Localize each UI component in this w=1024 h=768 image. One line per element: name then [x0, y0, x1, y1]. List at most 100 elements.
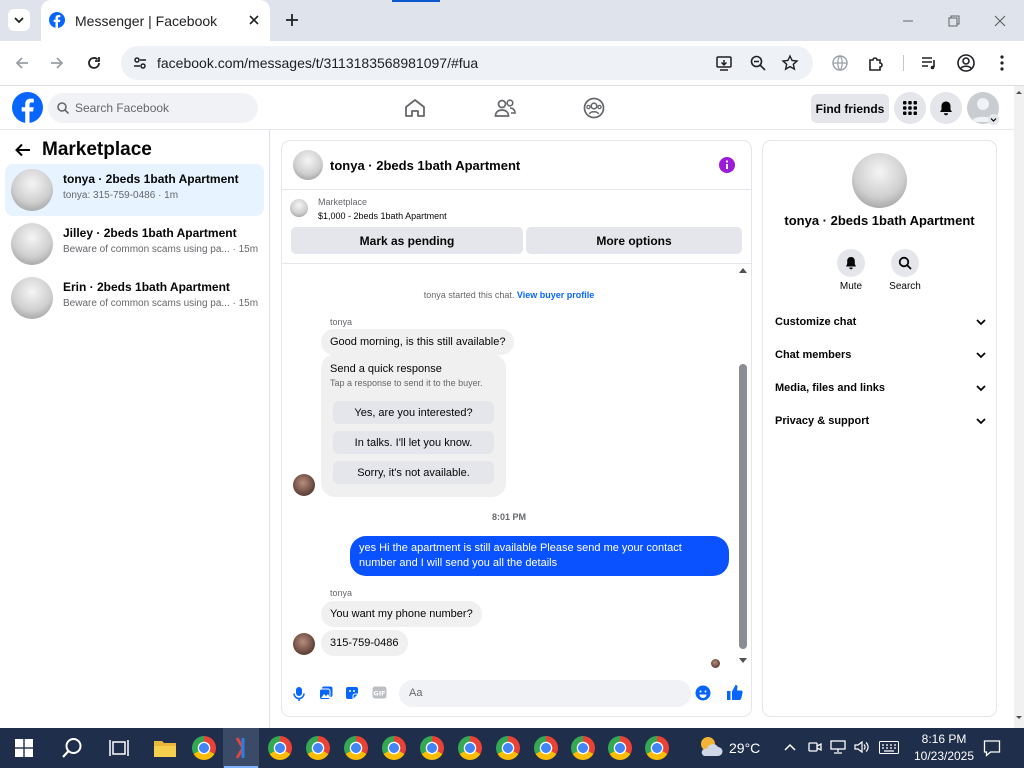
menu-dots-icon[interactable] — [993, 54, 1011, 72]
volume-icon[interactable] — [854, 740, 870, 754]
minimize-icon[interactable] — [900, 13, 916, 29]
close-tab-icon[interactable] — [247, 13, 261, 27]
mute-button[interactable] — [837, 249, 865, 277]
message-composer-input[interactable]: Aa — [399, 680, 711, 707]
install-app-icon[interactable] — [715, 54, 733, 72]
address-bar[interactable]: facebook.com/messages/t/3113183568981097… — [121, 46, 813, 80]
scroll-up-arrow-icon[interactable] — [738, 266, 748, 274]
sticker-icon[interactable] — [345, 686, 359, 700]
facebook-search-input[interactable]: Search Facebook — [48, 93, 258, 123]
incoming-message-bubble[interactable]: 315-759-0486 — [321, 630, 408, 656]
listing-thumbnail-small[interactable] — [290, 199, 308, 217]
search-in-chat-button[interactable] — [891, 249, 919, 277]
scroll-up-arrow-icon[interactable] — [1014, 88, 1024, 96]
sender-avatar[interactable] — [293, 474, 315, 496]
customize-chat-row[interactable]: Customize chat — [775, 316, 987, 328]
media-control-icon[interactable] — [920, 54, 938, 72]
chat-scrollbar[interactable] — [737, 264, 749, 666]
restore-icon[interactable] — [946, 13, 962, 29]
quick-response-option[interactable]: Yes, are you interested? — [333, 401, 494, 424]
translate-icon[interactable] — [831, 54, 849, 72]
weather-temperature[interactable]: 29°C — [729, 740, 760, 756]
conversation-item-erin[interactable]: Erin · 2beds 1bath Apartment Beware of c… — [5, 272, 264, 324]
new-tab-icon[interactable] — [283, 11, 301, 29]
microphone-icon[interactable] — [293, 686, 305, 702]
profile-icon[interactable] — [956, 53, 976, 73]
find-friends-button[interactable]: Find friends — [811, 94, 889, 123]
notifications-button[interactable] — [930, 92, 962, 124]
photo-icon[interactable] — [319, 686, 333, 700]
more-options-button[interactable]: More options — [526, 227, 742, 254]
friends-icon[interactable] — [494, 97, 516, 119]
system-clock[interactable]: 8:16 PM 10/23/2025 — [903, 731, 985, 765]
mark-as-pending-button[interactable]: Mark as pending — [291, 227, 523, 254]
chrome-profile-icon[interactable] — [268, 736, 292, 760]
account-chevron-icon[interactable] — [988, 114, 999, 125]
notification-center-icon[interactable] — [983, 739, 1001, 757]
back-icon[interactable] — [13, 54, 31, 72]
quick-response-option[interactable]: In talks. I'll let you know. — [333, 431, 494, 454]
extensions-icon[interactable] — [866, 53, 886, 73]
groups-icon[interactable] — [583, 97, 605, 119]
chat-title[interactable]: tonya · 2beds 1bath Apartment — [330, 158, 520, 173]
chrome-profile-icon[interactable] — [571, 736, 595, 760]
mute-action[interactable]: Mute — [831, 249, 871, 292]
chrome-profile-icon[interactable] — [344, 736, 368, 760]
chrome-taskbar-icon[interactable] — [192, 736, 216, 760]
browser-tab[interactable]: Messenger | Facebook — [41, 0, 270, 41]
view-buyer-profile-link[interactable]: View buyer profile — [517, 290, 594, 300]
emoji-icon[interactable] — [695, 685, 711, 701]
conversation-item-tonya[interactable]: tonya · 2beds 1bath Apartment tonya: 315… — [5, 164, 264, 216]
chrome-profile-icon[interactable] — [496, 736, 520, 760]
info-icon[interactable] — [719, 157, 735, 173]
chrome-profile-icon[interactable] — [306, 736, 330, 760]
facebook-logo-icon[interactable] — [12, 92, 43, 123]
task-view-icon[interactable] — [109, 739, 129, 757]
sender-avatar[interactable] — [293, 633, 315, 655]
zoom-icon[interactable] — [749, 54, 767, 72]
chat-thumbnail[interactable] — [293, 150, 323, 180]
bookmark-star-icon[interactable] — [781, 54, 799, 72]
chrome-profile-icon[interactable] — [382, 736, 406, 760]
windows-start-icon[interactable] — [15, 739, 33, 757]
home-icon[interactable] — [404, 98, 426, 118]
quick-response-option[interactable]: Sorry, it's not available. — [333, 461, 494, 484]
gif-icon[interactable]: GIF — [372, 686, 387, 699]
chat-scroll-thumb[interactable] — [739, 364, 747, 649]
scroll-down-arrow-icon[interactable] — [738, 657, 748, 665]
privacy-support-row[interactable]: Privacy & support — [775, 415, 987, 427]
incoming-message-bubble[interactable]: Good morning, is this still available? — [321, 329, 515, 355]
page-scrollbar[interactable] — [1014, 86, 1024, 728]
chrome-profile-icon[interactable] — [534, 736, 558, 760]
search-action[interactable]: Search — [885, 249, 925, 292]
bell-icon — [846, 257, 856, 270]
back-arrow-icon[interactable] — [14, 142, 32, 158]
like-thumb-icon[interactable] — [726, 684, 743, 701]
chat-members-row[interactable]: Chat members — [775, 349, 987, 361]
scroll-down-arrow-icon[interactable] — [1014, 714, 1024, 722]
listing-price[interactable]: $1,000 - 2beds 1bath Apartment — [318, 211, 447, 221]
forward-icon[interactable] — [48, 54, 66, 72]
conversation-item-jilley[interactable]: Jilley · 2beds 1bath Apartment Beware of… — [5, 218, 264, 270]
site-info-icon[interactable] — [132, 55, 148, 71]
chrome-profile-icon[interactable] — [645, 736, 669, 760]
active-app-icon[interactable] — [230, 736, 252, 760]
media-files-links-row[interactable]: Media, files and links — [775, 382, 987, 394]
keyboard-icon[interactable] — [879, 741, 899, 754]
taskbar-search-icon[interactable] — [61, 737, 83, 759]
weather-icon[interactable] — [697, 735, 723, 759]
chrome-profile-icon[interactable] — [420, 736, 444, 760]
show-hidden-icons-chevron-icon[interactable] — [783, 741, 797, 753]
file-explorer-icon[interactable] — [153, 738, 177, 758]
meet-now-icon[interactable] — [808, 740, 822, 754]
tab-list-button[interactable] — [8, 9, 30, 31]
chrome-profile-icon[interactable] — [608, 736, 632, 760]
menu-grid-button[interactable] — [894, 92, 926, 124]
reload-icon[interactable] — [85, 54, 103, 72]
window-close-icon[interactable] — [992, 13, 1008, 29]
outgoing-message-bubble[interactable]: yes Hi the apartment is still available … — [350, 536, 729, 576]
chrome-profile-icon[interactable] — [458, 736, 482, 760]
incoming-message-bubble[interactable]: You want my phone number? — [321, 601, 482, 627]
network-icon[interactable] — [830, 740, 846, 754]
profile-thumbnail[interactable] — [852, 153, 907, 208]
